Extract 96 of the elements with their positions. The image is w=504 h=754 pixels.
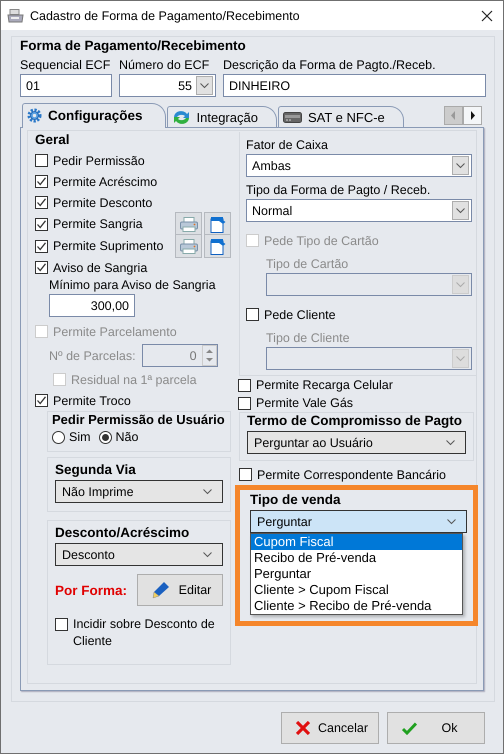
push-button[interactable]: Ok — [387, 712, 485, 744]
checkbox[interactable] — [35, 175, 48, 188]
checkbox-label: Permite Correspondente Bancário — [257, 468, 446, 482]
push-button[interactable]: Cancelar — [281, 712, 379, 744]
field-label: Mínimo para Aviso de Sangria — [49, 278, 217, 292]
list-option[interactable]: Cliente > Cupom Fiscal — [251, 582, 462, 598]
checkbox-label: Pede Cliente — [264, 308, 336, 322]
chevron-icon — [203, 552, 212, 558]
check-icon — [402, 722, 417, 734]
chevron-icon — [456, 356, 465, 362]
chevron-icon — [456, 282, 465, 288]
group-title: Forma de Pagamento/Recebimento — [20, 38, 247, 53]
cash-register-icon — [7, 8, 24, 22]
list-option[interactable]: Recibo de Pré-venda — [251, 550, 462, 566]
checkbox[interactable] — [55, 618, 68, 631]
checkbox[interactable] — [238, 396, 251, 410]
chevron-icon — [447, 518, 456, 524]
checkbox-label: Permite Troco — [53, 394, 131, 408]
radio-label: Não — [116, 430, 138, 444]
icon-button[interactable] — [204, 212, 231, 236]
radio-button[interactable] — [98, 430, 112, 444]
checkbox[interactable] — [35, 261, 48, 274]
checkbox-label: Permite Sangria — [53, 217, 143, 231]
checkbox[interactable] — [35, 196, 48, 209]
list-option[interactable]: Cupom Fiscal — [251, 534, 462, 550]
icon-button[interactable] — [175, 212, 202, 236]
group-title: Pedir Permissão de Usuário — [52, 412, 225, 427]
tab[interactable]: SAT e NFC-e — [278, 106, 404, 127]
group-title: Geral — [35, 132, 70, 147]
notepad-icon — [210, 216, 226, 232]
list-option[interactable]: Perguntar — [251, 566, 462, 582]
checkbox[interactable] — [239, 468, 252, 481]
checkbox-label: Permite Recarga Celular — [256, 378, 393, 392]
field-label: Por Forma: — [55, 582, 128, 598]
push-button[interactable]: Editar — [137, 574, 223, 606]
checkbox-label: Pede Tipo de Cartão — [264, 234, 379, 248]
checkbox-label: Permite Suprimento — [53, 239, 164, 253]
group-title: Termo de Compromisso de Pagto — [247, 413, 462, 428]
scroll-right-icon[interactable] — [463, 106, 482, 124]
field-label: Tipo de Cartão — [266, 257, 350, 271]
dropdown[interactable]: Perguntar ao Usuário — [247, 431, 466, 454]
pencil-icon — [152, 581, 170, 599]
tab[interactable]: Integração — [166, 106, 277, 127]
dropdown[interactable]: Normal — [246, 199, 472, 222]
radio-button[interactable] — [52, 430, 65, 444]
checkbox-label: Pedir Permissão — [53, 154, 145, 168]
chevron-icon — [456, 208, 465, 214]
field-label: Número do ECF — [119, 58, 210, 72]
x-icon — [296, 721, 310, 735]
field-label: Tipo da Forma de Pagto / Receb. — [246, 183, 432, 197]
window-title: Cadastro de Forma de Pagamento/Recebimento — [30, 8, 301, 22]
chevron-icon — [200, 82, 209, 88]
field-label: Tipo de Cliente — [266, 331, 351, 345]
tab[interactable]: Configurações — [22, 103, 166, 128]
text-field[interactable]: 300,00 — [49, 294, 135, 317]
printer-icon — [180, 216, 198, 232]
checkbox-label: Permite Acréscimo — [53, 174, 158, 188]
field-label: Sequencial ECF — [20, 58, 112, 72]
notepad-icon — [210, 238, 226, 254]
field-label: Nº de Parcelas: — [49, 348, 136, 362]
checkbox[interactable] — [238, 378, 251, 392]
dropdown[interactable]: 55 — [119, 74, 216, 97]
checkbox-label: Permite Vale Gás — [256, 396, 354, 410]
checkbox[interactable] — [35, 154, 48, 167]
field-label: Fator de Caixa — [246, 138, 329, 152]
chevron-icon — [456, 162, 465, 168]
text-field[interactable]: DINHEIRO — [223, 74, 486, 97]
icon-button[interactable] — [175, 234, 202, 258]
chevron-icon — [203, 488, 212, 494]
group-title: Segunda Via — [55, 462, 136, 477]
checkbox-label: Aviso de Sangria — [53, 260, 148, 274]
checkbox[interactable] — [35, 240, 48, 252]
group-title: Desconto/Acréscimo — [55, 525, 190, 540]
chevron-icon — [446, 440, 455, 446]
list-option[interactable]: Cliente > Recibo de Pré-venda — [251, 598, 462, 614]
checkbox-label: Residual na 1ª parcela — [71, 372, 197, 386]
close-icon[interactable] — [481, 10, 493, 22]
dropdown[interactable]: Ambas — [246, 154, 472, 177]
sync-arrows-icon — [172, 108, 191, 126]
dropdown[interactable]: Desconto — [55, 543, 223, 566]
checkbox[interactable] — [35, 218, 48, 230]
printer-icon — [180, 238, 198, 254]
checkbox[interactable] — [35, 394, 48, 407]
radio-label: Sim — [69, 430, 91, 444]
checkbox-label: Permite Desconto — [53, 196, 152, 210]
icon-button[interactable] — [204, 234, 231, 258]
field-label: Descrição da Forma de Pagto./Receb. — [223, 58, 437, 72]
device-icon — [282, 112, 302, 122]
gear-icon — [27, 108, 42, 123]
checkbox-label: Incidir sobre Desconto de Cliente — [73, 616, 216, 650]
text-field[interactable]: 01 — [20, 74, 112, 97]
group-title: Tipo de venda — [250, 492, 341, 507]
checkbox-label: Permite Parcelamento — [53, 324, 177, 338]
checkbox[interactable] — [246, 308, 259, 321]
dropdown[interactable]: Não Imprime — [55, 480, 223, 503]
dropdown[interactable]: Perguntar — [250, 510, 467, 533]
